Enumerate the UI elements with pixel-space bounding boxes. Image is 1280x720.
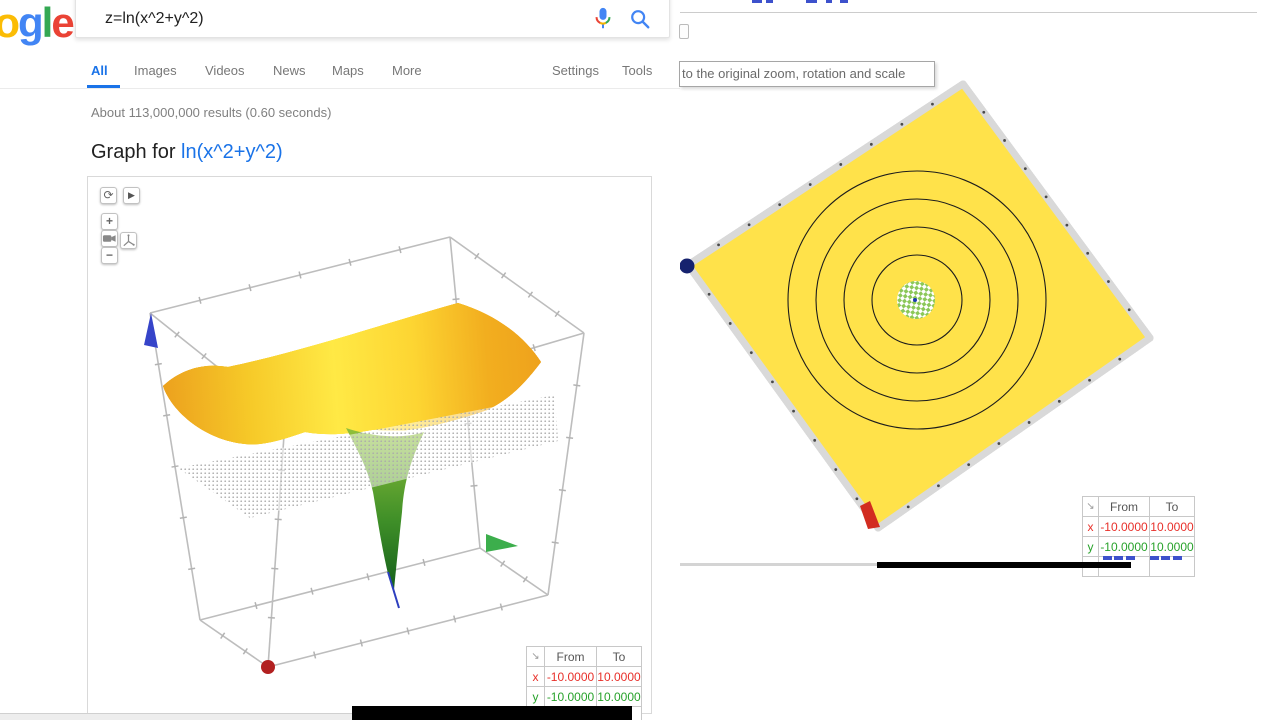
table-row: y -10.0000 10.0000 (1083, 537, 1195, 557)
logo-letter: l (42, 0, 52, 46)
y-to-value[interactable]: 10.0000 (1150, 537, 1195, 557)
x-to-value[interactable]: 10.0000 (1150, 517, 1195, 537)
clipped-link-text (840, 0, 848, 3)
col-header-to: To (1150, 497, 1195, 517)
surface-plot-3d[interactable] (87, 176, 650, 712)
y-from-value[interactable]: -10.0000 (545, 687, 597, 707)
y-to-value[interactable]: 10.0000 (597, 687, 642, 707)
camera-button[interactable] (101, 230, 118, 247)
tab-maps[interactable]: Maps (332, 63, 364, 85)
singularity-marker (897, 281, 935, 319)
tabs-divider (0, 88, 680, 89)
clipped-link-text (766, 0, 773, 3)
col-header-from: From (545, 647, 597, 667)
zoom-in-button[interactable]: + (101, 213, 118, 230)
axis-label-y: y (527, 687, 545, 707)
axes-toggle-button[interactable] (120, 232, 137, 249)
camera-icon (102, 231, 117, 246)
y-axis-arrow (486, 534, 518, 552)
tab-images[interactable]: Images (134, 63, 177, 85)
tab-tools[interactable]: Tools (622, 63, 652, 85)
screenshot-bottom-edge (680, 563, 877, 566)
col-header-from: From (1099, 497, 1150, 517)
z-axis-marker (680, 259, 695, 274)
page-title: Graph for ln(x^2+y^2) (91, 141, 283, 164)
clipped-z-value (1150, 556, 1159, 560)
y-from-value[interactable]: -10.0000 (1099, 537, 1150, 557)
clipped-z-value (1103, 556, 1112, 560)
panel-divider (680, 12, 1257, 13)
tab-news[interactable]: News (273, 63, 306, 85)
clipped-z-value (1161, 556, 1170, 560)
clipped-link-text (752, 0, 762, 3)
search-input[interactable] (105, 7, 505, 31)
clipped-link-text (806, 0, 817, 3)
table-row: x -10.0000 10.0000 (527, 667, 642, 687)
heading-prefix: Graph for (91, 141, 181, 163)
tab-videos[interactable]: Videos (205, 63, 245, 85)
axis-label-x: x (527, 667, 545, 687)
clipped-z-value (1126, 556, 1135, 560)
tab-all[interactable]: All (91, 63, 108, 85)
x-from-value[interactable]: -10.0000 (545, 667, 597, 687)
tab-settings[interactable]: Settings (552, 63, 599, 85)
screenshot-bottom-edge (0, 713, 352, 720)
drag-corner-icon[interactable]: ↘ (1083, 497, 1099, 517)
logo-letter: g (18, 0, 42, 46)
col-header-to: To (597, 647, 642, 667)
clipped-z-value (1114, 556, 1123, 560)
zoom-out-button[interactable]: − (101, 247, 118, 264)
drag-corner-icon[interactable]: ↘ (527, 647, 545, 667)
redaction-bar (352, 706, 632, 720)
play-animation-button[interactable]: ▶ (123, 187, 140, 204)
tab-more[interactable]: More (392, 63, 422, 85)
axis-label-x: x (1083, 517, 1099, 537)
table-row: y -10.0000 10.0000 (527, 687, 642, 707)
x-to-value[interactable]: 10.0000 (597, 667, 642, 687)
clipped-z-value (1173, 556, 1182, 560)
table-row: x -10.0000 10.0000 (1083, 517, 1195, 537)
slide-canvas: Google All Images Videos News Maps More … (0, 0, 1280, 720)
voice-search-icon[interactable] (593, 7, 613, 31)
reset-view-tooltip: to the original zoom, rotation and scale (679, 61, 935, 87)
surface-plot-topdown[interactable] (680, 14, 1240, 564)
heading-expression-link[interactable]: ln(x^2+y^2) (181, 141, 283, 163)
logo-letter: e (51, 0, 72, 46)
reset-view-button[interactable]: ⟳ (100, 187, 117, 204)
origin-marker (261, 660, 275, 674)
clipped-link-text (826, 0, 832, 3)
logo-letter: o (0, 0, 18, 46)
result-stats: About 113,000,000 results (0.60 seconds) (91, 105, 331, 120)
redaction-bar (877, 562, 1131, 568)
search-icon[interactable] (629, 8, 651, 30)
axis-label-y: y (1083, 537, 1099, 557)
axes-icon (121, 233, 136, 248)
x-from-value[interactable]: -10.0000 (1099, 517, 1150, 537)
google-logo: Google (0, 0, 73, 48)
